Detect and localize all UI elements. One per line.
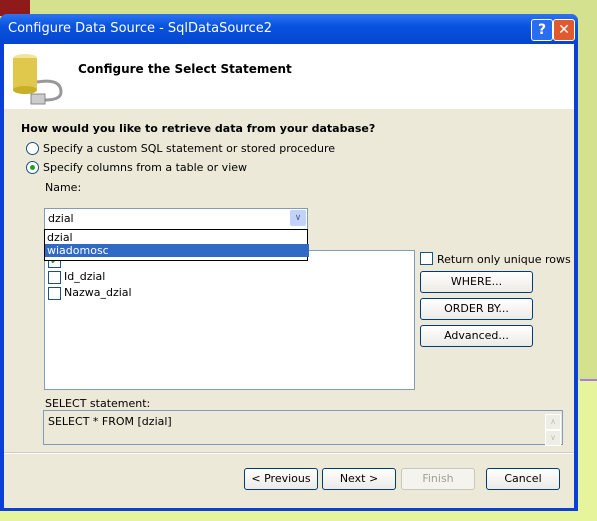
radio-specify-columns-label[interactable]: Specify columns from a table or view bbox=[43, 161, 247, 174]
dropdown-item-wiadomosc[interactable]: wiadomosc bbox=[45, 244, 309, 257]
footer-divider bbox=[4, 452, 574, 454]
title-bar[interactable]: Configure Data Source - SqlDataSource2 ?… bbox=[0, 14, 578, 44]
column-label: Id_dzial bbox=[64, 270, 106, 283]
dialog-window: Configure Data Source - SqlDataSource2 ?… bbox=[0, 14, 578, 511]
database-plug-icon bbox=[13, 54, 63, 105]
columns-list: ✔ * Id_dzial Nazwa_dzial bbox=[44, 250, 415, 390]
chevron-down-icon[interactable]: ∨ bbox=[290, 210, 306, 226]
dropdown-item-dzial[interactable]: dzial bbox=[45, 231, 309, 244]
select-statement-box[interactable]: SELECT * FROM [dzial] bbox=[43, 410, 563, 445]
radio-custom-sql-label[interactable]: Specify a custom SQL statement or stored… bbox=[43, 142, 335, 155]
column-checkbox-id-dzial[interactable] bbox=[48, 271, 61, 284]
name-dropdown-list: dzial wiadomosc bbox=[44, 229, 309, 261]
radio-custom-sql[interactable] bbox=[26, 142, 39, 155]
advanced-button[interactable]: Advanced... bbox=[420, 325, 533, 347]
page-title: Configure the Select Statement bbox=[78, 62, 292, 76]
next-button[interactable]: Next > bbox=[322, 468, 396, 490]
order-by-button[interactable]: ORDER BY... bbox=[420, 298, 533, 320]
unique-rows-checkbox[interactable] bbox=[420, 252, 433, 265]
previous-button[interactable]: < Previous bbox=[244, 468, 318, 490]
name-value: dzial bbox=[48, 212, 74, 225]
dialog-client: Configure the Select Statement How would… bbox=[4, 44, 574, 508]
background-line bbox=[580, 379, 597, 381]
cancel-button[interactable]: Cancel bbox=[486, 468, 560, 490]
radio-specify-columns[interactable] bbox=[26, 161, 39, 174]
column-label: Nazwa_dzial bbox=[64, 286, 132, 299]
where-button[interactable]: WHERE... bbox=[420, 271, 533, 293]
select-statement-text: SELECT * FROM [dzial] bbox=[48, 415, 172, 428]
question-label: How would you like to retrieve data from… bbox=[21, 122, 376, 135]
help-button[interactable]: ? bbox=[531, 19, 553, 41]
unique-rows-label[interactable]: Return only unique rows bbox=[437, 253, 571, 266]
close-button[interactable]: ✕ bbox=[553, 19, 575, 41]
window-title: Configure Data Source - SqlDataSource2 bbox=[8, 21, 272, 36]
scroll-down-button[interactable]: ∨ bbox=[545, 430, 561, 446]
scroll-up-button[interactable]: ∧ bbox=[545, 414, 561, 430]
wizard-header: Configure the Select Statement bbox=[4, 44, 574, 109]
finish-button[interactable]: Finish bbox=[401, 468, 475, 490]
name-label: Name: bbox=[45, 181, 82, 194]
name-combobox[interactable]: dzial ∨ bbox=[44, 208, 308, 230]
select-statement-label: SELECT statement: bbox=[45, 397, 151, 410]
column-checkbox-nazwa-dzial[interactable] bbox=[48, 287, 61, 300]
